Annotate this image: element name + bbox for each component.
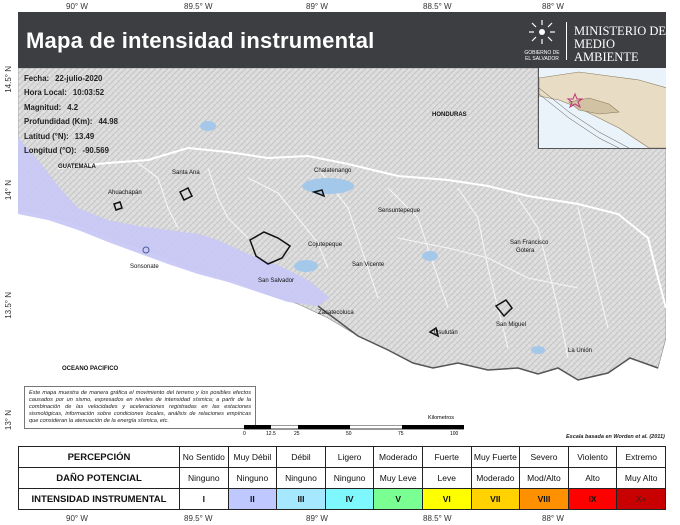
- damage-cell: Muy Leve: [373, 467, 423, 489]
- map-frame: 90° W 89.5° W 89° W 88.5° W 88° W 90° W …: [0, 0, 680, 525]
- damage-cell: Alto: [567, 467, 618, 489]
- label-guatemala: GUATEMALA: [58, 164, 96, 170]
- label-honduras: HONDURAS: [432, 112, 467, 118]
- damage-cell: Ninguno: [324, 467, 375, 489]
- damage-cell: Leve: [421, 467, 472, 489]
- perception-row: PERCEPCIÓN No Sentido Muy Débil Débil Li…: [18, 446, 666, 468]
- intensity-cell: III: [276, 488, 326, 510]
- coord-top-90w: 90° W: [66, 2, 88, 11]
- intensity-legend-table: PERCEPCIÓN No Sentido Muy Débil Débil Li…: [18, 446, 666, 510]
- intensity-row: INTENSIDAD INSTRUMENTAL I II III IV V VI…: [18, 488, 666, 510]
- scale-tick-50: 50: [346, 431, 352, 437]
- perception-cell: Débil: [276, 446, 326, 468]
- header-divider: [566, 22, 567, 60]
- inset-locator-map: [538, 68, 666, 149]
- page-title: Mapa de intensidad instrumental: [26, 28, 375, 53]
- damage-header: DAÑO POTENCIAL: [18, 467, 180, 489]
- intensity-cell: X+: [616, 488, 666, 510]
- coord-left-135n: 13.5° N: [4, 292, 13, 319]
- damage-cell: Mod/Alto: [519, 467, 569, 489]
- seal-line-2: EL SALVADOR: [525, 56, 559, 62]
- info-profundidad: Profundidad (Km): 44.98: [24, 117, 118, 127]
- label-sonsonate: Sonsonate: [130, 264, 159, 270]
- intensity-cell: VII: [470, 488, 521, 510]
- perception-cell: Muy Fuerte: [470, 446, 521, 468]
- inset-graphic: [538, 71, 666, 149]
- label-usulutan: Usulután: [434, 330, 458, 336]
- perception-cell: Muy Débil: [227, 446, 278, 468]
- map-explanation-note: Este mapa muestra de manera gráfica el m…: [24, 386, 256, 429]
- coord-top-89w: 89° W: [306, 2, 328, 11]
- perception-cell: Fuerte: [421, 446, 472, 468]
- scale-tick-125: 12.5: [266, 431, 276, 437]
- coord-bottom-90w: 90° W: [66, 514, 88, 523]
- scale-bar: Kilometros 0 12.5 25 50 75 100: [243, 415, 464, 439]
- label-gotera: Gotera: [516, 248, 535, 254]
- scale-credit: Escala basada en Worden et al. (2011): [566, 434, 665, 440]
- coord-top-885w: 88.5° W: [423, 2, 452, 11]
- perception-cell: Extremo: [616, 446, 666, 468]
- damage-cell: Ninguno: [179, 467, 229, 489]
- coord-left-14n: 14° N: [4, 180, 13, 201]
- label-san-vicente: San Vicente: [352, 262, 385, 268]
- perception-cell: Ligero: [324, 446, 375, 468]
- ministry-line-2: MEDIO AMBIENTE: [574, 37, 639, 64]
- label-san-francisco: San Francisco: [510, 240, 549, 246]
- damage-row: DAÑO POTENCIAL Ninguno Ninguno Ninguno N…: [18, 467, 666, 489]
- coord-left-13n: 13° N: [4, 410, 13, 431]
- info-latitud: Latitud (°N): 13.49: [24, 131, 95, 141]
- scale-bar-graphic: [244, 425, 464, 430]
- coord-bottom-89w: 89° W: [306, 514, 328, 523]
- coord-bottom-895w: 89.5° W: [184, 514, 213, 523]
- label-san-salvador: San Salvador: [258, 278, 295, 284]
- event-info: Fecha: 22-julio-2020 Hora Local: 10:03:52 …: [24, 72, 118, 158]
- coord-top-895w: 89.5° W: [184, 2, 213, 11]
- damage-cell: Moderado: [470, 467, 521, 489]
- damage-cell: Muy Alto: [616, 467, 666, 489]
- intensity-cell: IX: [567, 488, 618, 510]
- info-magnitud: Magnitud: 4.2: [24, 102, 79, 112]
- info-fecha: Fecha: 22-julio-2020: [24, 74, 103, 83]
- coord-bottom-885w: 88.5° W: [423, 514, 452, 523]
- coord-bottom-88w: 88° W: [542, 514, 564, 523]
- damage-cell: Ninguno: [276, 467, 326, 489]
- intensity-cell: VIII: [519, 488, 569, 510]
- damage-cell: Ninguno: [227, 467, 278, 489]
- coord-top-88w: 88° W: [542, 2, 564, 11]
- scale-tick-0: 0: [243, 431, 246, 437]
- label-cojutepeque: Cojutepeque: [308, 242, 343, 248]
- info-longitud: Longitud (°O): -90.569: [24, 146, 109, 156]
- scale-tick-100: 100: [450, 431, 459, 437]
- seal-caption: GOBIERNO DE EL SALVADOR: [514, 50, 570, 62]
- label-ahuachapan: Ahuachapán: [108, 190, 142, 196]
- perception-cell: Violento: [567, 446, 618, 468]
- label-san-miguel: San Miguel: [496, 322, 527, 328]
- intensity-cell: IV: [324, 488, 375, 510]
- label-santa-ana: Santa Ana: [172, 170, 200, 176]
- government-seal-icon: [529, 20, 555, 44]
- intensity-cell: VI: [421, 488, 472, 510]
- label-ocean: OCEANO PACIFICO: [62, 366, 119, 372]
- label-la-union: La Unión: [568, 348, 593, 354]
- ministry-name: MINISTERIO DE MEDIO AMBIENTE: [574, 25, 666, 64]
- intensity-cell: V: [373, 488, 423, 510]
- perception-cell: Severo: [519, 446, 569, 468]
- intensity-header: INTENSIDAD INSTRUMENTAL: [18, 488, 180, 510]
- intensity-map: Fecha: 22-julio-2020 Hora Local: 10:03:52 …: [18, 68, 666, 445]
- perception-cell: Moderado: [373, 446, 423, 468]
- coord-left-145n: 14.5° N: [4, 66, 13, 93]
- intensity-cell: I: [179, 488, 229, 510]
- perception-cell: No Sentido: [179, 446, 229, 468]
- scale-tick-25: 25: [294, 431, 300, 437]
- intensity-cell: II: [227, 488, 278, 510]
- title-bar: Mapa de intensidad instrumental GOBIERNO…: [18, 12, 666, 68]
- label-sensuntepeque: Sensuntepeque: [378, 208, 421, 214]
- scale-tick-75: 75: [398, 431, 404, 437]
- scale-unit-label: Kilometros: [428, 415, 454, 421]
- label-zacatecoluca: Zacatecoluca: [318, 310, 354, 316]
- perception-header: PERCEPCIÓN: [18, 446, 180, 468]
- label-chalatenango: Chalatenango: [314, 168, 352, 174]
- info-hora: Hora Local: 10:03:52: [24, 88, 105, 98]
